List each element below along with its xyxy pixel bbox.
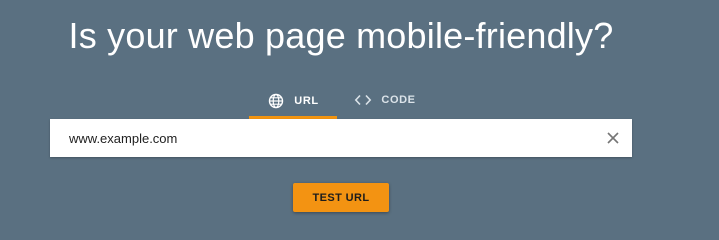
input-mode-tabs: URL CODE <box>249 83 433 119</box>
page-headline: Is your web page mobile-friendly? <box>68 15 614 56</box>
code-icon <box>354 91 372 109</box>
tab-code[interactable]: CODE <box>337 83 433 119</box>
globe-icon <box>267 92 285 110</box>
url-input[interactable] <box>50 119 590 157</box>
close-icon <box>607 132 619 144</box>
tab-url[interactable]: URL <box>249 83 337 119</box>
url-input-container <box>50 119 632 157</box>
tab-url-label: URL <box>294 95 319 107</box>
clear-input-button[interactable] <box>604 129 622 147</box>
test-url-button[interactable]: TEST URL <box>293 183 389 212</box>
tab-code-label: CODE <box>381 93 416 106</box>
